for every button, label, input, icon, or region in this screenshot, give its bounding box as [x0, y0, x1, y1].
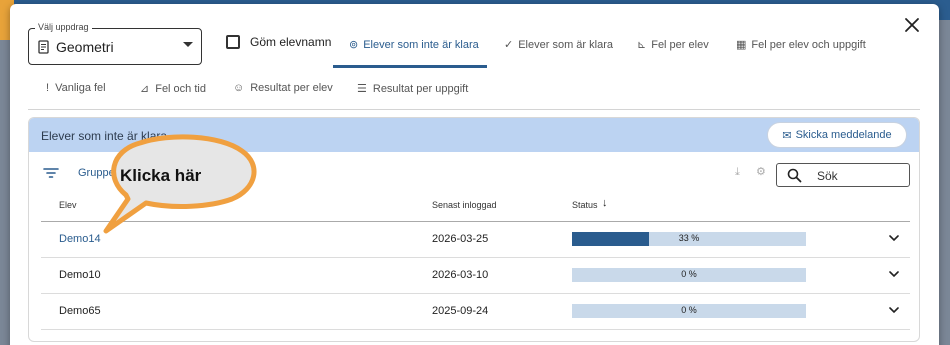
hide-names-checkbox[interactable]: Göm elevnamn: [226, 35, 331, 49]
chevron-down-icon[interactable]: [886, 266, 902, 282]
student-name: Demo65: [59, 305, 101, 317]
tab-label: Elever som är klara: [518, 38, 613, 51]
progress-label: 0 %: [681, 305, 697, 315]
subtab-label: Vanliga fel: [55, 82, 106, 94]
tab-errors-per-student-task[interactable]: ▦ Fel per elev och uppgift: [736, 38, 866, 52]
assignment-select[interactable]: Välj uppdrag Geometri: [28, 22, 202, 65]
filter-icon[interactable]: [43, 167, 59, 179]
assignment-select-value: Geometri: [56, 39, 114, 55]
chart-icon: ⊾: [637, 39, 647, 51]
check-icon: ✓: [504, 39, 514, 51]
exclamation-icon: !: [46, 82, 50, 94]
subtab-errors-and-time[interactable]: ⊿ Fel och tid: [140, 82, 206, 96]
send-message-button[interactable]: ✉ Skicka meddelande: [767, 122, 907, 148]
subtab-label: Resultat per uppgift: [372, 82, 469, 95]
download-icon[interactable]: ⤓: [735, 166, 740, 179]
search-placeholder: Sök: [817, 169, 838, 183]
tab-not-finished[interactable]: ⊚ Elever som inte är klara: [349, 38, 479, 52]
close-icon: [905, 18, 919, 32]
progress-label: 33 %: [678, 233, 700, 243]
row-divider: [41, 329, 910, 330]
student-name: Demo10: [59, 269, 101, 281]
tab-errors-per-student[interactable]: ⊾ Fel per elev: [637, 38, 709, 52]
envelope-icon: ✉: [782, 129, 792, 142]
subtab-common-errors[interactable]: ! Vanliga fel: [46, 82, 106, 94]
hide-names-label: Göm elevnamn: [250, 35, 332, 49]
document-icon: [38, 40, 49, 54]
line-chart-icon: ⊿: [140, 83, 150, 95]
last-login: 2026-03-10: [432, 269, 489, 281]
dialog: Välj uppdrag Geometri Göm elevnamn ⊚ Ele…: [10, 4, 939, 345]
tab-finished[interactable]: ✓ Elever som är klara: [504, 38, 613, 52]
progress-bar: 0 %: [572, 304, 806, 318]
subtab-label: Resultat per elev: [250, 82, 333, 94]
last-login: 2026-03-25: [432, 233, 489, 245]
close-button[interactable]: [901, 14, 923, 36]
card-header: Elever som inte är klara ✉ Skicka meddel…: [29, 118, 919, 152]
person-icon: ☺: [233, 82, 245, 94]
chevron-down-icon[interactable]: [886, 302, 902, 318]
progress-bar: 0 %: [572, 268, 806, 282]
subtab-result-per-task[interactable]: ☰ Resultat per uppgift: [357, 82, 469, 96]
list-icon: ☰: [357, 83, 367, 95]
column-header-student[interactable]: Elev: [59, 200, 77, 210]
progress-label: 0 %: [681, 269, 697, 279]
subtab-label: Fel och tid: [155, 82, 206, 95]
send-message-label: Skicka meddelande: [795, 129, 892, 141]
sort-arrow-down-icon[interactable]: ↓: [602, 197, 608, 209]
divider: [28, 109, 920, 110]
subtab-result-per-student[interactable]: ☺ Resultat per elev: [233, 82, 333, 94]
chevron-down-icon[interactable]: [886, 230, 902, 246]
students-card: Elever som inte är klara ✉ Skicka meddel…: [28, 117, 920, 342]
column-header-last-login[interactable]: Senast inloggad: [432, 200, 497, 210]
progress-bar: 33 %: [572, 232, 806, 246]
last-login: 2025-09-24: [432, 305, 489, 317]
assignment-select-legend: Välj uppdrag: [35, 22, 92, 32]
table-row[interactable]: Demo65 2025-09-24 0 %: [41, 294, 910, 329]
tab-label: Fel per elev och uppgift: [751, 38, 866, 51]
chevron-down-icon: [183, 42, 193, 47]
gear-icon[interactable]: ⚙: [756, 165, 766, 178]
tab-label: Elever som inte är klara: [363, 38, 479, 51]
search-input[interactable]: Sök: [776, 163, 910, 187]
tab-label: Fel per elev: [651, 38, 709, 51]
active-tab-indicator: [333, 65, 487, 68]
card-title: Elever som inte är klara: [41, 129, 168, 143]
table-row[interactable]: Demo14 2026-03-25 33 %: [41, 222, 910, 257]
table-row[interactable]: Demo10 2026-03-10 0 %: [41, 258, 910, 293]
column-header-status[interactable]: Status: [572, 200, 598, 210]
grid-icon: ▦: [736, 39, 747, 51]
student-name-link[interactable]: Demo14: [59, 233, 101, 245]
groups-filter-label[interactable]: Grupper: [78, 167, 118, 179]
binoculars-icon: ⊚: [349, 39, 359, 51]
search-icon: [787, 168, 802, 183]
checkbox-box[interactable]: [226, 35, 240, 49]
